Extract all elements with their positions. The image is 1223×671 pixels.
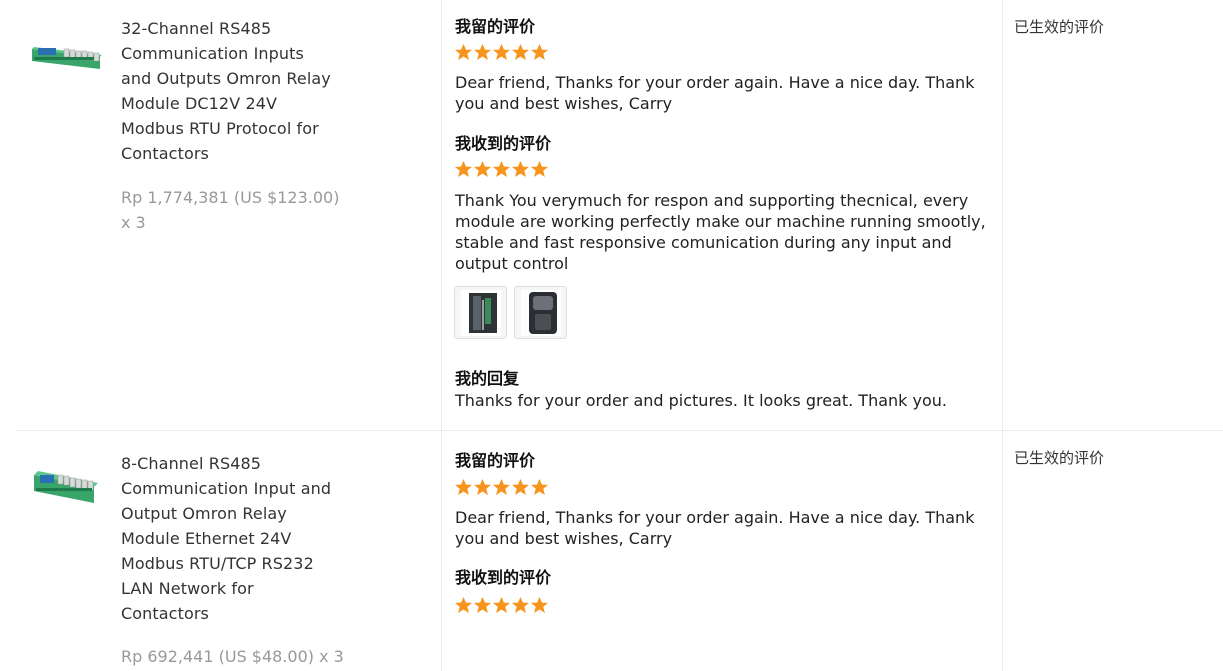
my-review-rating: [454, 43, 549, 61]
order-row: 32-Channel RS485 Communication Inputs an…: [16, 0, 1223, 431]
my-review-text: Dear friend, Thanks for your order again…: [455, 508, 975, 548]
reply-text: Thanks for your order and pictures. It l…: [455, 391, 947, 410]
product-title[interactable]: 32-Channel RS485 Communication Inputs an…: [121, 16, 336, 166]
star-icon: [473, 43, 492, 61]
star-icon: [530, 596, 549, 614]
relay-module-thumbnail[interactable]: [30, 35, 104, 75]
star-icon: [454, 43, 473, 61]
review-column: 我留的评价 Dear friend, Thanks for your order…: [441, 431, 1003, 671]
received-review-heading: 我收到的评价: [455, 134, 552, 153]
review-photo-1[interactable]: [454, 286, 507, 339]
star-icon: [530, 478, 549, 496]
status-column: 已生效的评价: [1002, 0, 1223, 430]
star-icon: [454, 478, 473, 496]
reply-heading: 我的回复: [455, 369, 520, 388]
received-review-rating: [454, 596, 549, 614]
star-icon: [511, 596, 530, 614]
product-price: Rp 692,441 (US $48.00) x 3: [121, 647, 344, 666]
review-photo-2[interactable]: [514, 286, 567, 339]
star-icon: [492, 160, 511, 178]
star-icon: [473, 596, 492, 614]
product-title[interactable]: 8-Channel RS485 Communication Input and …: [121, 451, 336, 626]
received-review-rating: [454, 160, 549, 178]
product-column: 32-Channel RS485 Communication Inputs an…: [16, 0, 441, 430]
star-icon: [492, 43, 511, 61]
star-icon: [530, 160, 549, 178]
photo-thumbnail-icon: [520, 289, 561, 336]
my-review-heading: 我留的评价: [455, 17, 536, 36]
review-status: 已生效的评价: [1014, 449, 1105, 467]
star-icon: [511, 478, 530, 496]
photo-thumbnail-icon: [460, 289, 501, 336]
star-icon: [511, 160, 530, 178]
star-icon: [492, 478, 511, 496]
product-price: Rp 1,774,381 (US $123.00) x 3: [121, 188, 340, 232]
star-icon: [492, 596, 511, 614]
star-icon: [473, 478, 492, 496]
review-photos: [454, 286, 567, 339]
order-row: 8-Channel RS485 Communication Input and …: [16, 431, 1223, 671]
star-icon: [454, 596, 473, 614]
star-icon: [511, 43, 530, 61]
my-review-rating: [454, 478, 549, 496]
review-status: 已生效的评价: [1014, 18, 1105, 36]
relay-module-thumbnail[interactable]: [30, 461, 104, 505]
star-icon: [530, 43, 549, 61]
my-review-text: Dear friend, Thanks for your order again…: [455, 73, 975, 113]
review-column: 我留的评价 Dear friend, Thanks for your order…: [441, 0, 1003, 430]
received-review-heading: 我收到的评价: [455, 568, 552, 587]
status-column: 已生效的评价: [1002, 431, 1223, 671]
received-review-text: Thank You verymuch for respon and suppor…: [455, 191, 986, 273]
star-icon: [473, 160, 492, 178]
product-column: 8-Channel RS485 Communication Input and …: [16, 431, 441, 671]
my-review-heading: 我留的评价: [455, 451, 536, 470]
star-icon: [454, 160, 473, 178]
